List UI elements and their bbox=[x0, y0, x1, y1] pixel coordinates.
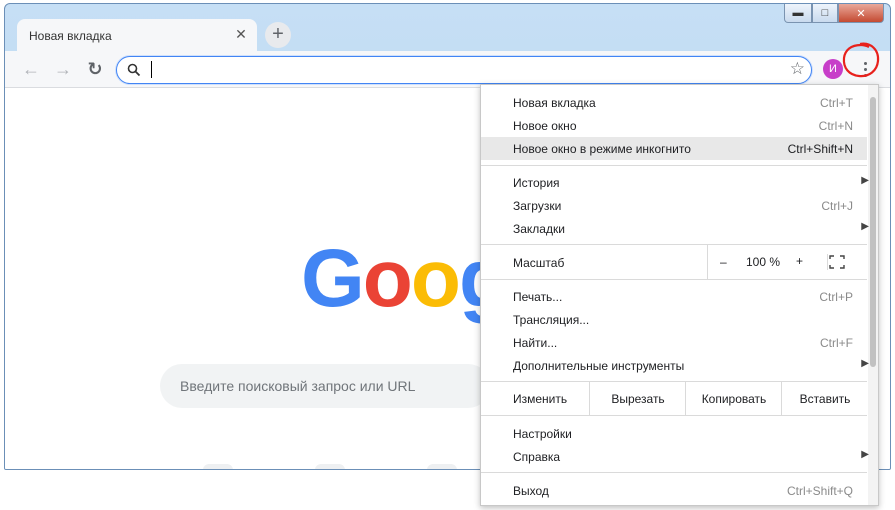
logo-letter: o bbox=[410, 233, 461, 324]
search-icon bbox=[127, 63, 141, 77]
zoom-in-button[interactable]: + bbox=[796, 254, 803, 268]
close-window-button[interactable]: ✕ bbox=[838, 4, 884, 23]
menu-edit-row: Изменить Вырезать Копировать Вставить bbox=[481, 381, 867, 415]
submenu-arrow-icon: ▶ bbox=[861, 221, 869, 232]
submenu-arrow-icon: ▶ bbox=[861, 175, 869, 186]
menu-scrollbar[interactable] bbox=[868, 85, 878, 505]
back-arrow-icon[interactable]: ← bbox=[19, 57, 43, 81]
tab-new-tab[interactable]: Новая вкладка ✕ bbox=[17, 19, 257, 51]
menu-divider bbox=[481, 415, 867, 416]
reload-icon[interactable]: ↻ bbox=[83, 57, 107, 81]
menu-item-history[interactable]: История ▶ bbox=[481, 171, 869, 194]
menu-item-help[interactable]: Справка ▶ bbox=[481, 445, 869, 468]
text-cursor bbox=[151, 61, 152, 78]
shortcut-tile[interactable] bbox=[315, 464, 345, 469]
menu-item-incognito[interactable]: Новое окно в режиме инкогнито Ctrl+Shift… bbox=[481, 137, 867, 160]
menu-item-downloads[interactable]: Загрузки Ctrl+J bbox=[481, 194, 867, 217]
menu-item-new-window[interactable]: Новое окно Ctrl+N bbox=[481, 114, 867, 137]
browser-menu: Новая вкладка Ctrl+T Новое окно Ctrl+N Н… bbox=[480, 84, 879, 506]
shortcut-tile[interactable] bbox=[427, 464, 457, 469]
google-logo: Goog bbox=[301, 238, 509, 320]
menu-divider bbox=[481, 279, 867, 280]
address-bar[interactable]: ☆ bbox=[116, 56, 812, 84]
tab-close-icon[interactable]: ✕ bbox=[233, 26, 249, 42]
logo-letter: o bbox=[362, 233, 413, 324]
zoom-value: 100 % bbox=[746, 255, 781, 269]
menu-item-print[interactable]: Печать... Ctrl+P bbox=[481, 285, 867, 308]
maximize-button[interactable]: □ bbox=[812, 4, 838, 23]
logo-letter: G bbox=[301, 233, 365, 324]
search-placeholder: Введите поисковый запрос или URL bbox=[180, 378, 416, 394]
menu-item-more-tools[interactable]: Дополнительные инструменты ▶ bbox=[481, 354, 869, 377]
menu-divider bbox=[481, 165, 867, 166]
toolbar: ← → ↻ ☆ И bbox=[5, 51, 890, 88]
zoom-out-button[interactable]: – bbox=[720, 255, 727, 269]
zoom-controls: – 100 % + bbox=[707, 245, 822, 279]
window-controls: ▬ □ ✕ bbox=[784, 4, 884, 23]
menu-zoom-row: Масштаб – 100 % + bbox=[481, 245, 867, 279]
cut-button[interactable]: Вырезать bbox=[589, 381, 686, 415]
annotation-circle bbox=[842, 42, 880, 78]
shortcut-tile[interactable] bbox=[203, 464, 233, 469]
menu-item-new-tab[interactable]: Новая вкладка Ctrl+T bbox=[481, 91, 867, 114]
copy-button[interactable]: Копировать bbox=[685, 381, 782, 415]
paste-button[interactable]: Вставить bbox=[781, 381, 868, 415]
menu-item-bookmarks[interactable]: Закладки ▶ bbox=[481, 217, 869, 240]
menu-divider bbox=[481, 472, 867, 473]
submenu-arrow-icon: ▶ bbox=[861, 449, 869, 460]
scrollbar-thumb[interactable] bbox=[870, 97, 876, 367]
tab-title: Новая вкладка bbox=[29, 29, 112, 43]
bookmark-star-icon[interactable]: ☆ bbox=[790, 59, 805, 79]
menu-item-exit[interactable]: Выход Ctrl+Shift+Q bbox=[481, 479, 867, 502]
search-input[interactable]: Введите поисковый запрос или URL bbox=[160, 364, 490, 408]
menu-item-cast[interactable]: Трансляция... bbox=[481, 308, 867, 331]
menu-item-settings[interactable]: Настройки bbox=[481, 422, 867, 445]
new-tab-button[interactable]: + bbox=[265, 22, 291, 48]
minimize-button[interactable]: ▬ bbox=[784, 4, 812, 23]
submenu-arrow-icon: ▶ bbox=[861, 358, 869, 369]
forward-arrow-icon[interactable]: → bbox=[51, 57, 75, 81]
fullscreen-icon[interactable] bbox=[827, 254, 846, 270]
menu-item-find[interactable]: Найти... Ctrl+F bbox=[481, 331, 867, 354]
